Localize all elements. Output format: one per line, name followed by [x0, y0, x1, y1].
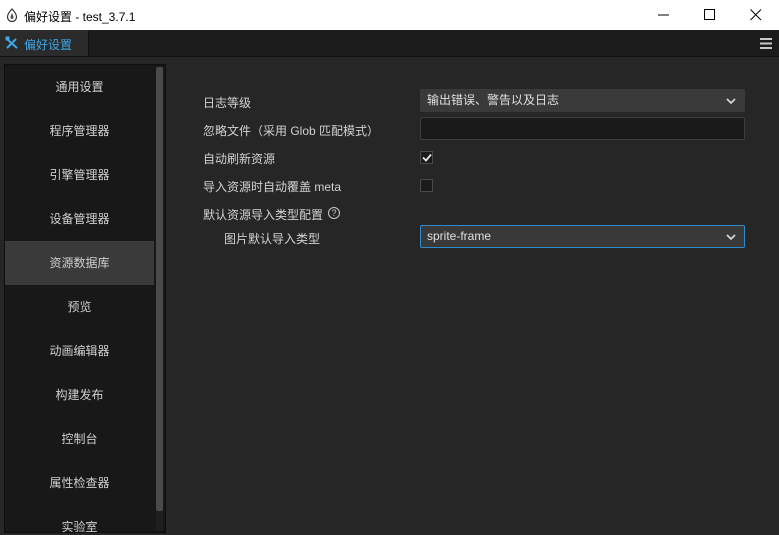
tab-preferences[interactable]: 偏好设置 — [0, 30, 89, 56]
maximize-icon — [704, 9, 715, 20]
sidebar-item-device-manager[interactable]: 设备管理器 — [5, 197, 154, 241]
sidebar-item-laboratory[interactable]: 实验室 — [5, 505, 154, 533]
hamburger-menu-icon[interactable] — [760, 38, 772, 49]
ignore-files-label: 忽略文件（采用 Glob 匹配模式） — [203, 124, 380, 138]
checkmark-icon — [422, 153, 432, 162]
chevron-down-icon — [726, 234, 736, 241]
auto-overwrite-meta-checkbox[interactable] — [420, 179, 433, 192]
chevron-down-icon — [726, 98, 736, 105]
panel-tab-bar: 偏好设置 — [0, 30, 779, 57]
sidebar-item-engine-manager[interactable]: 引擎管理器 — [5, 153, 154, 197]
sidebar-item-preview[interactable]: 预览 — [5, 285, 154, 329]
auto-overwrite-meta-label: 导入资源时自动覆盖 meta — [203, 180, 342, 194]
image-default-import-select[interactable]: sprite-frame — [420, 225, 745, 248]
log-level-label: 日志等级 — [203, 96, 252, 110]
sidebar-item-build[interactable]: 构建发布 — [5, 373, 154, 417]
tools-icon — [5, 36, 18, 49]
sidebar-scrollbar-thumb[interactable] — [156, 67, 163, 511]
ignore-files-input[interactable] — [420, 117, 745, 140]
minimize-icon — [658, 14, 669, 16]
window-title-bar: 偏好设置 - test_3.7.1 — [0, 0, 779, 30]
sidebar-scrollbar[interactable] — [156, 67, 163, 531]
sidebar-item-animation-editor[interactable]: 动画编辑器 — [5, 329, 154, 373]
close-icon — [750, 9, 762, 21]
sidebar-item-program-manager[interactable]: 程序管理器 — [5, 109, 154, 153]
settings-sidebar: 通用设置 程序管理器 引擎管理器 设备管理器 资源数据库 预览 动画编辑器 构建… — [4, 64, 166, 533]
sidebar-item-asset-database[interactable]: 资源数据库 — [5, 241, 154, 285]
auto-refresh-checkbox[interactable] — [420, 151, 433, 164]
tab-label: 偏好设置 — [24, 38, 73, 52]
sidebar-item-general[interactable]: 通用设置 — [5, 65, 154, 109]
auto-refresh-label: 自动刷新资源 — [203, 152, 276, 166]
sidebar-item-inspector[interactable]: 属性检查器 — [5, 461, 154, 505]
default-import-label: 默认资源导入类型配置 — [203, 208, 324, 222]
maximize-button[interactable] — [687, 0, 733, 30]
image-default-import-value: sprite-frame — [427, 229, 492, 243]
close-button[interactable] — [733, 0, 779, 30]
sidebar-item-console[interactable]: 控制台 — [5, 417, 154, 461]
log-level-value: 输出错误、警告以及日志 — [427, 93, 560, 107]
window-title: 偏好设置 - test_3.7.1 — [24, 10, 136, 24]
log-level-select[interactable]: 输出错误、警告以及日志 — [420, 89, 745, 112]
app-logo-icon — [6, 8, 18, 22]
help-icon[interactable]: ? — [328, 207, 340, 219]
image-default-import-label: 图片默认导入类型 — [224, 232, 321, 246]
minimize-button[interactable] — [641, 0, 687, 30]
